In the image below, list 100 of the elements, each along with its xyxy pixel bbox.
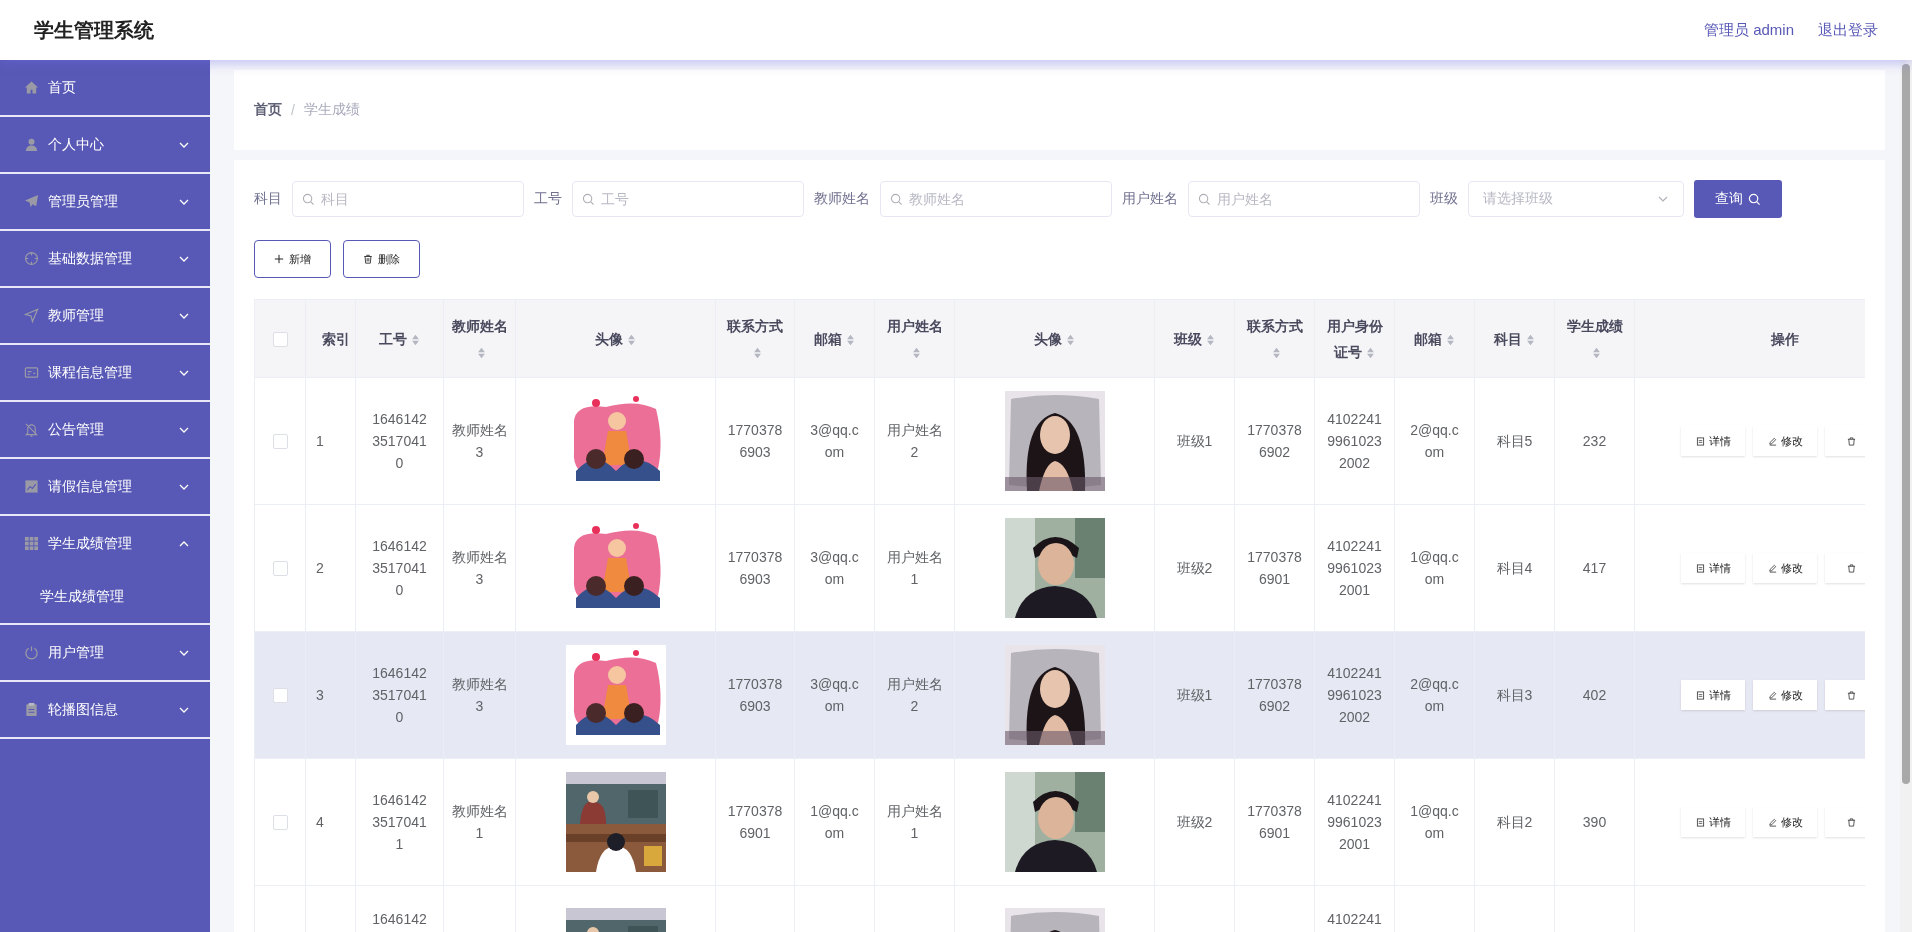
edit-button[interactable]: 修改 (1753, 807, 1817, 837)
search-icon (890, 193, 903, 206)
logout-link[interactable]: 退出登录 (1818, 20, 1878, 40)
search-field[interactable]: 工号 (572, 181, 804, 217)
menu-item[interactable]: 个人中心 (0, 117, 210, 172)
breadcrumb-separator: / (291, 102, 295, 118)
column-header[interactable]: 工号 (355, 299, 444, 378)
column-header[interactable]: 学生成绩 (1554, 299, 1635, 378)
table-cell-text: 402 (1581, 686, 1608, 705)
search-field[interactable]: 科目 (292, 181, 524, 217)
table-cell-text: 2 (315, 559, 325, 578)
sort-icon (627, 333, 636, 346)
table-cell-text: 417 (1581, 559, 1608, 578)
column-header[interactable]: 邮箱 (1394, 299, 1475, 378)
table-cell-text: 班级2 (1175, 813, 1214, 832)
admin-link[interactable]: 管理员 admin (1703, 20, 1794, 40)
search-icon (1748, 192, 1761, 206)
column-header[interactable]: 教师姓名 (443, 299, 516, 378)
table-cell-text: 1 (315, 432, 325, 451)
search-button[interactable]: 查询 (1694, 180, 1782, 218)
plus-icon (274, 254, 284, 264)
table-cell-text: 1@qq.com (1409, 802, 1460, 843)
card-icon (24, 365, 39, 380)
table-cell-text: 390 (1581, 813, 1608, 832)
table-cell-text: 班级1 (1175, 686, 1214, 705)
row-checkbox[interactable] (272, 815, 288, 831)
submenu-item[interactable]: 学生成绩管理 (0, 571, 210, 623)
select-all-checkbox[interactable] (272, 331, 288, 347)
table-cell-text: 1@qq.com (809, 802, 860, 843)
add-button[interactable]: 新增 (254, 240, 331, 278)
table-cell-text: 教师姓名1 (451, 802, 508, 843)
row-checkbox[interactable] (272, 561, 288, 577)
sort-icon (1592, 346, 1601, 359)
menu-item[interactable]: 请假信息管理 (0, 459, 210, 514)
column-header[interactable]: 用户身份证号 (1314, 299, 1395, 378)
details-button[interactable]: 详情 (1681, 553, 1745, 583)
row-checkbox[interactable] (272, 434, 288, 450)
column-header[interactable]: 联系方式 (715, 299, 795, 378)
table-cell-text: 164614235170411 (371, 791, 428, 854)
column-header[interactable]: 用户姓名 (874, 299, 955, 378)
table-cell-text: 1@qq.com (1409, 548, 1460, 589)
sort-icon (752, 346, 762, 359)
paper-plane-icon (24, 194, 39, 209)
menu-item[interactable]: 教师管理 (0, 288, 210, 343)
table-cell-text: 班级2 (1175, 559, 1214, 578)
filter-label: 班级 (1430, 190, 1458, 208)
table-cell-text: 410224199610232002 (1326, 664, 1383, 727)
menu-item[interactable]: 课程信息管理 (0, 345, 210, 400)
table-cell-text: 4 (315, 813, 325, 832)
trash-icon (1847, 436, 1856, 446)
menu-item[interactable]: 学生成绩管理 (0, 516, 210, 571)
search-icon (582, 193, 595, 206)
filter-label: 工号 (534, 190, 562, 208)
details-button[interactable]: 详情 (1681, 807, 1745, 837)
table-cell-text: 410224199610232001 (1326, 791, 1383, 854)
table-cell-text: 教师姓名3 (451, 675, 508, 716)
crosshair-icon (24, 251, 39, 266)
details-button[interactable]: 详情 (1681, 680, 1745, 710)
column-header[interactable]: 头像 (515, 299, 716, 378)
grid-icon (24, 536, 39, 551)
table-cell-text: 科目2 (1495, 813, 1534, 832)
send-icon (24, 308, 39, 323)
details-button[interactable]: 详情 (1681, 426, 1745, 456)
sort-icon (1066, 333, 1075, 346)
sort-icon (411, 333, 420, 346)
delete-button[interactable]: 删除 (343, 240, 420, 278)
edit-button[interactable]: 修改 (1753, 426, 1817, 456)
user-icon (24, 137, 39, 152)
menu-item[interactable]: 轮播图信息 (0, 682, 210, 737)
menu-item[interactable]: 用户管理 (0, 625, 210, 680)
edit-button[interactable]: 修改 (1753, 680, 1817, 710)
column-header[interactable]: 邮箱 (794, 299, 875, 378)
table-cell-text: 教师姓名3 (451, 421, 508, 462)
menu-item[interactable]: 基础数据管理 (0, 231, 210, 286)
search-icon (1198, 193, 1211, 206)
bell-off-icon (24, 422, 39, 437)
column-header[interactable]: 科目 (1474, 299, 1555, 378)
table-cell-text: 3 (315, 686, 325, 705)
column-header[interactable]: 头像 (954, 299, 1155, 378)
menu-item[interactable]: 首页 (0, 60, 210, 115)
search-field[interactable]: 用户姓名 (1188, 181, 1420, 217)
scrollbar[interactable] (1900, 60, 1912, 932)
row-checkbox[interactable] (272, 688, 288, 704)
column-header[interactable]: 联系方式 (1234, 299, 1315, 378)
table-cell-text: 410224199610232002 (1326, 410, 1383, 473)
table-cell-text: 用户姓名1 (886, 802, 943, 843)
breadcrumb-link[interactable]: 首页 (254, 101, 282, 119)
search-field[interactable]: 教师姓名 (880, 181, 1112, 217)
power-icon (24, 645, 39, 660)
table-cell-text: 班级1 (1175, 432, 1214, 451)
edit-button[interactable]: 修改 (1753, 553, 1817, 583)
table-cell-text: 17703786902 (1246, 421, 1303, 462)
trash-icon (1847, 563, 1856, 573)
menu-item[interactable]: 公告管理 (0, 402, 210, 457)
table-cell-text: 2@qq.com (1409, 421, 1460, 462)
column-header[interactable]: 班级 (1154, 299, 1235, 378)
table-cell-text: 科目5 (1495, 432, 1534, 451)
table-cell-text: 17703786901 (727, 802, 783, 843)
menu-item[interactable]: 管理员管理 (0, 174, 210, 229)
filter-label: 教师姓名 (814, 190, 870, 208)
